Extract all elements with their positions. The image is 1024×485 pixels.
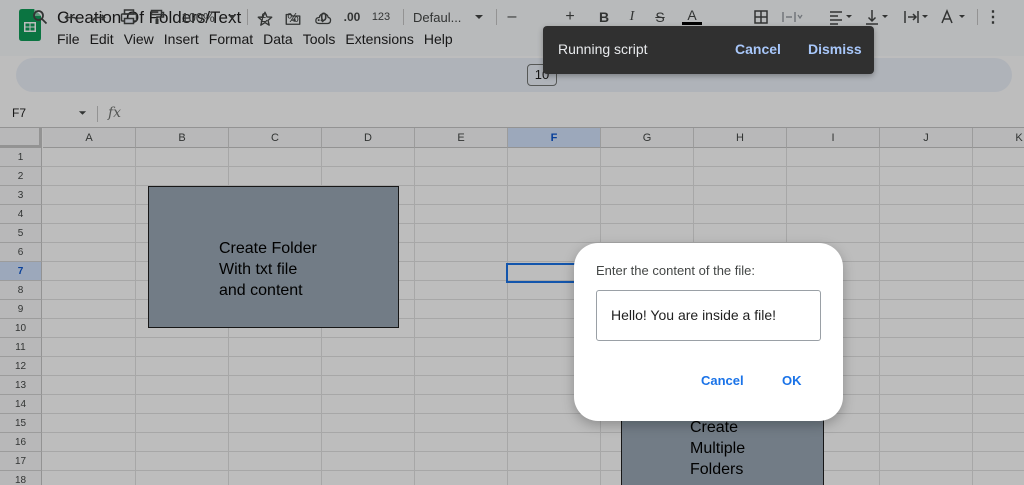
sheets-app: Creation Of Folders/Text File Edit View … bbox=[0, 0, 1024, 485]
prompt-dialog: Enter the content of the file: Hello! Yo… bbox=[574, 243, 843, 421]
snackbar-cancel-button[interactable]: Cancel bbox=[735, 41, 781, 57]
running-script-snackbar: Running script Cancel Dismiss bbox=[543, 26, 874, 74]
dialog-cancel-button[interactable]: Cancel bbox=[701, 373, 744, 388]
dialog-ok-button[interactable]: OK bbox=[782, 373, 802, 388]
dialog-prompt-text: Enter the content of the file: bbox=[596, 263, 755, 278]
snackbar-message: Running script bbox=[558, 41, 648, 57]
snackbar-dismiss-button[interactable]: Dismiss bbox=[808, 41, 862, 57]
file-content-input[interactable]: Hello! You are inside a file! bbox=[596, 290, 821, 341]
